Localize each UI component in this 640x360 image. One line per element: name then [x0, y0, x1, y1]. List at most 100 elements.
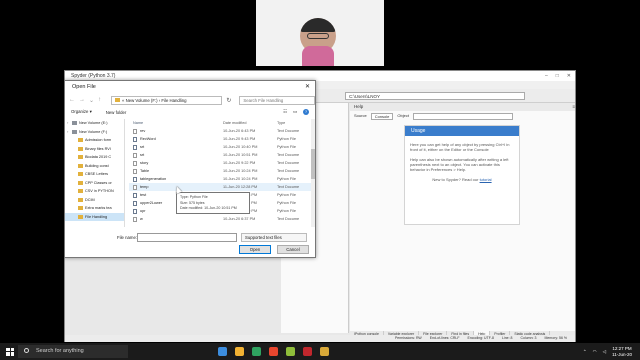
tree-item-label: File Handling	[85, 214, 108, 219]
file-name: story	[140, 161, 149, 165]
file-row[interactable]: temp 11-Jun-20 12:28 PM Text Docume	[129, 183, 311, 191]
file-type: Text Docume	[277, 129, 300, 133]
up-arrow-icon[interactable]: ↑	[98, 97, 101, 103]
tree-item[interactable]: Binary files RVI	[65, 145, 124, 154]
minimize-icon[interactable]: –	[545, 71, 548, 81]
tree-item[interactable]: CSV in PYTHON	[65, 187, 124, 196]
expand-chevron-icon[interactable]: ›	[67, 128, 70, 137]
object-input[interactable]	[412, 112, 513, 120]
tree-item-label: CPP Classes or	[85, 180, 112, 185]
dialog-close-icon[interactable]: ✕	[305, 81, 315, 93]
column-type[interactable]: Type	[277, 119, 311, 127]
refresh-icon[interactable]: ↻	[226, 97, 231, 104]
file-tooltip: Type: Python File Size: 575 bytes Date mod…	[176, 192, 250, 214]
help-icon[interactable]: ?	[303, 109, 309, 115]
filename-label: File name:	[117, 235, 138, 240]
search-input[interactable]: Search File Handling	[239, 95, 315, 105]
taskbar-app-icon[interactable]	[235, 347, 244, 356]
pane-options-icon[interactable]: ≡	[572, 103, 575, 111]
dialog-title: Open File	[72, 84, 96, 90]
status-bar: Permissions: RW End-of-lines: CRLF Encod…	[65, 335, 575, 342]
open-button[interactable]: Open	[239, 245, 271, 254]
file-name: RevWord	[140, 137, 156, 141]
source-label: Source	[354, 113, 367, 118]
organize-button[interactable]: Organize ▾	[71, 109, 92, 115]
tree-item[interactable]: File Handling	[65, 212, 124, 221]
source-select[interactable]: Console	[370, 112, 394, 120]
tree-item[interactable]: Biodata 2019 C	[65, 153, 124, 162]
recent-chevron-icon[interactable]: ⌄	[89, 97, 94, 104]
file-name: Table	[140, 169, 150, 173]
tree-item[interactable]: CBSE Letters	[65, 170, 124, 179]
preview-pane-icon[interactable]: ▭	[293, 109, 297, 115]
status-line: Line: 8	[501, 336, 513, 340]
folder-icon	[78, 146, 83, 151]
text-file-icon	[133, 168, 137, 174]
file-row[interactable]: srt 10-Jun-20 10:51 PM Text Docume	[129, 151, 311, 159]
file-type: Python File	[277, 193, 296, 197]
folder-icon	[78, 206, 83, 211]
file-name: tablegeneration	[140, 177, 167, 181]
taskbar-app-icon[interactable]	[269, 347, 278, 356]
windows-start-icon[interactable]	[4, 346, 16, 358]
file-row[interactable]: Table 10-Jun-20 10:24 PM Text Docume	[129, 167, 311, 175]
folder-icon	[78, 172, 83, 177]
new-folder-button[interactable]: New folder	[106, 110, 127, 115]
maximize-icon[interactable]: □	[556, 71, 559, 81]
status-column: Column: 3	[520, 336, 537, 340]
close-icon[interactable]: ✕	[567, 71, 571, 81]
file-list-scrollbar[interactable]	[311, 119, 315, 227]
usage-paragraph-2: Help can also be shown automatically aft…	[410, 157, 509, 172]
forward-arrow-icon[interactable]: →	[79, 97, 85, 103]
tree-item[interactable]: CPP Classes or	[65, 179, 124, 188]
taskbar-app-icon[interactable]	[218, 347, 227, 356]
tree-item[interactable]: DCIM	[65, 196, 124, 205]
tray-arrow-icon[interactable]: ⌃	[583, 349, 587, 355]
tree-item[interactable]: Extra marks tea	[65, 204, 124, 213]
view-options-icon[interactable]: ☷	[283, 109, 287, 115]
taskbar-app-icon[interactable]	[286, 347, 295, 356]
text-file-icon	[133, 152, 137, 158]
help-pane: Help ≡ Source Console Object Usage Here …	[350, 103, 575, 331]
volume-icon[interactable]: ◁	[603, 349, 606, 355]
column-date[interactable]: Date modified	[223, 119, 277, 127]
file-row[interactable]: rev 10-Jun-20 6:43 PM Text Docume	[129, 127, 311, 135]
taskbar-app-icon[interactable]	[320, 347, 329, 356]
taskbar-search[interactable]: Search for anything	[18, 345, 128, 358]
file-row[interactable]: w 10-Jun-20 6:37 PM Text Docume	[129, 215, 311, 223]
file-date: 10-Jun-20 10:51 PM	[223, 153, 258, 157]
column-name[interactable]: Name	[129, 119, 223, 127]
file-type: Text Docume	[277, 185, 300, 189]
taskbar-app-icon[interactable]	[303, 347, 312, 356]
breadcrumb[interactable]: « New Volume (F:) › File Handling	[111, 95, 223, 105]
tree-item-label: New Volume (F:)	[79, 129, 108, 134]
taskbar-clock[interactable]: 12:27 PM 11-Jun-20	[612, 346, 632, 358]
tree-item[interactable]: Building const	[65, 162, 124, 171]
file-type: Text Docume	[277, 169, 300, 173]
dialog-command-bar: Organize ▾ New folder ☷ ▭ ?	[65, 107, 315, 117]
file-row[interactable]: tablegeneration 10-Jun-20 10:24 PM Python …	[129, 175, 311, 183]
network-icon[interactable]: ◠	[593, 349, 597, 355]
help-source-row: Source Console Object	[350, 111, 575, 121]
file-date: 10-Jun-20 9:43 PM	[223, 137, 256, 141]
file-row[interactable]: RevWord 10-Jun-20 9:43 PM Python File	[129, 135, 311, 143]
back-arrow-icon[interactable]: ←	[69, 97, 75, 103]
tutorial-link[interactable]: tutorial	[480, 177, 492, 182]
filetype-select[interactable]: Supported text files	[241, 233, 307, 242]
cancel-button[interactable]: Cancel	[277, 245, 309, 254]
tree-item-label: CBSE Letters	[85, 172, 109, 176]
tree-item[interactable]: Admission form	[65, 136, 124, 145]
file-row[interactable]: srt 10-Jun-20 10:40 PM Python File	[129, 143, 311, 151]
taskbar-app-icon[interactable]	[252, 347, 261, 356]
file-type: Text Docume	[277, 161, 300, 165]
filename-input[interactable]	[137, 233, 237, 242]
file-type: Python File	[277, 209, 296, 213]
folder-icon	[78, 163, 83, 168]
usage-paragraph-1: Here you can get help of any object by p…	[410, 142, 510, 152]
expand-chevron-icon[interactable]: ›	[67, 119, 70, 128]
tree-item[interactable]: › New Volume (F:)	[65, 128, 124, 137]
tree-item[interactable]: › New Volume (E:)	[65, 119, 124, 128]
tooltip-line: Date modified: 10-Jun-20 10:51 PM	[180, 206, 237, 210]
working-directory-field[interactable]: C:\Users\LNOY	[345, 92, 525, 100]
file-row[interactable]: story 10-Jun-20 9:22 PM Text Docume	[129, 159, 311, 167]
